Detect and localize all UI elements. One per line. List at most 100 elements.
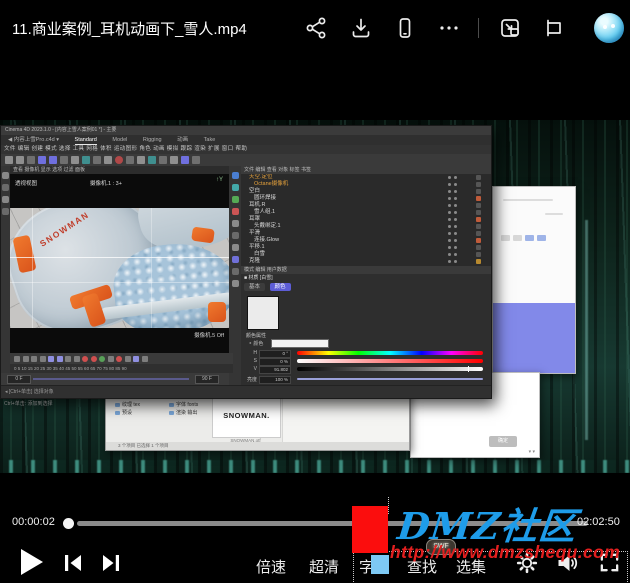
- object-row[interactable]: 平移.1: [241, 244, 491, 251]
- brightness-value[interactable]: 100 %: [259, 376, 291, 384]
- range-end-field[interactable]: 90 F: [195, 375, 219, 384]
- tool-icon[interactable]: [82, 156, 90, 164]
- tree-item[interactable]: 渲染 输出: [168, 409, 218, 417]
- tool-icon[interactable]: [104, 156, 112, 164]
- seek-bar[interactable]: [77, 521, 588, 526]
- tool-icon[interactable]: [60, 156, 68, 164]
- tiny-button[interactable]: [513, 235, 522, 241]
- play-button[interactable]: [17, 547, 45, 577]
- seek-handle[interactable]: [63, 518, 74, 529]
- tool-icon[interactable]: [71, 156, 79, 164]
- tree-item[interactable]: 纹理 tex: [114, 401, 164, 409]
- layout-tab[interactable]: Model: [112, 137, 127, 143]
- brightness-slider[interactable]: [297, 378, 483, 380]
- record-icon[interactable]: [116, 356, 122, 362]
- mode-icon[interactable]: [232, 220, 239, 227]
- mode-icon[interactable]: [232, 256, 239, 263]
- tool-icon[interactable]: [115, 156, 123, 164]
- object-row[interactable]: 连接.Glow: [241, 237, 491, 244]
- tree-item[interactable]: 字体 fonts: [168, 401, 218, 409]
- mode-icon[interactable]: [232, 208, 239, 215]
- color-value-input[interactable]: [271, 339, 329, 348]
- hue-value[interactable]: 0 °: [259, 350, 291, 358]
- transport-icon[interactable]: [48, 356, 54, 362]
- value-slider[interactable]: [297, 367, 483, 371]
- mode-icon[interactable]: [232, 244, 239, 251]
- c4d-viewport[interactable]: 查看 摄像机 显示 选项 过滤 面板 透视视图 摄像机.1 : 3+ ↑Y SN…: [10, 166, 229, 353]
- object-row[interactable]: 圆环焊接: [241, 195, 491, 202]
- share-icon[interactable]: [305, 16, 329, 40]
- tool-icon[interactable]: [93, 156, 101, 164]
- record-icon[interactable]: [91, 356, 97, 362]
- video-frame[interactable]: 确定 ▾ ▾ 场景 (材质) 纹理 tex 预设 案例 贴图 字体 fonts …: [0, 120, 630, 473]
- mode-icon[interactable]: [232, 232, 239, 239]
- object-row[interactable]: 空白: [241, 188, 491, 195]
- hue-slider[interactable]: [297, 351, 483, 355]
- tool-icon[interactable]: [181, 156, 189, 164]
- transport-icon[interactable]: [40, 356, 46, 362]
- settings-gear-icon[interactable]: [515, 551, 539, 575]
- tool-icon[interactable]: [5, 156, 13, 164]
- tab-basic[interactable]: 基本: [244, 283, 265, 291]
- tool-icon[interactable]: [192, 156, 200, 164]
- viewport-menubar[interactable]: 查看 摄像机 显示 选项 过滤 面板: [10, 166, 229, 174]
- mini-window-icon[interactable]: [498, 16, 522, 40]
- object-row[interactable]: 耳机.R: [241, 202, 491, 209]
- object-row[interactable]: 雪人组.1: [241, 209, 491, 216]
- color-swatch[interactable]: [247, 296, 279, 330]
- tool-icon[interactable]: [27, 156, 35, 164]
- attribute-menubar[interactable]: 模式 编辑 用户数据: [241, 266, 491, 274]
- tool-icon[interactable]: [148, 156, 156, 164]
- previous-button[interactable]: [61, 551, 85, 575]
- tool-icon[interactable]: [2, 196, 9, 203]
- c4d-menubar[interactable]: 文件 编辑 创建 模式 选择 工具 网格 体积 运动图形 角色 动画 模拟 跟踪…: [1, 145, 491, 154]
- download-icon[interactable]: [349, 16, 373, 40]
- layout-tab[interactable]: Standard: [75, 137, 97, 145]
- mode-icon[interactable]: [232, 184, 239, 191]
- object-row[interactable]: 天空.定位: [241, 174, 491, 181]
- cast-icon[interactable]: [542, 16, 566, 40]
- tool-icon[interactable]: [137, 156, 145, 164]
- sat-value[interactable]: 0 %: [259, 358, 291, 366]
- key-icon[interactable]: [99, 356, 105, 362]
- c4d-titlebar[interactable]: Cinema 4D 2023.1.0 - [内容上雪人案例01 *] - 主要: [1, 126, 491, 135]
- subtitle-button[interactable]: 字幕: [350, 556, 398, 577]
- tool-icon[interactable]: [159, 156, 167, 164]
- transport-icon[interactable]: [31, 356, 37, 362]
- fullscreen-icon[interactable]: [598, 551, 621, 574]
- mode-icon[interactable]: [232, 268, 239, 275]
- transport-icon[interactable]: [142, 356, 148, 362]
- sat-slider[interactable]: [297, 359, 483, 363]
- mode-icon[interactable]: [232, 280, 239, 287]
- tab-color[interactable]: 颜色: [270, 283, 291, 291]
- tool-icon[interactable]: [2, 208, 9, 215]
- transport-icon[interactable]: [23, 356, 29, 362]
- object-row[interactable]: 耳罩: [241, 216, 491, 223]
- transport-icon[interactable]: [57, 356, 63, 362]
- tool-icon[interactable]: [49, 156, 57, 164]
- tool-icon[interactable]: [2, 172, 9, 179]
- quality-button[interactable]: 超清: [300, 556, 348, 577]
- val-value[interactable]: 91.802: [259, 366, 291, 374]
- tool-icon[interactable]: [2, 184, 9, 191]
- transport-icon[interactable]: [125, 356, 131, 362]
- transport-icon[interactable]: [14, 356, 20, 362]
- object-row[interactable]: 克隆: [241, 258, 491, 265]
- transport-icon[interactable]: [108, 356, 114, 362]
- episodes-button[interactable]: 选集: [447, 556, 495, 577]
- project-dropdown[interactable]: ◀ 内容上雪Pro.c4d ▾: [8, 137, 59, 143]
- next-button[interactable]: [99, 551, 123, 575]
- tool-icon[interactable]: [170, 156, 178, 164]
- mode-icon[interactable]: [232, 196, 239, 203]
- transport-icon[interactable]: [74, 356, 80, 362]
- volume-icon[interactable]: [555, 551, 579, 575]
- tiny-button[interactable]: [501, 235, 510, 241]
- render-view[interactable]: SNOWMAN: [10, 208, 229, 328]
- object-manager-menubar[interactable]: 文件 编辑 查看 对象 标签 书签: [241, 166, 491, 174]
- tool-icon[interactable]: [38, 156, 46, 164]
- layout-tab[interactable]: 动画: [177, 137, 188, 143]
- layout-tab[interactable]: Take: [204, 137, 216, 143]
- more-icon[interactable]: [437, 16, 461, 40]
- object-row[interactable]: Octane摄像机: [241, 181, 491, 188]
- tiny-button[interactable]: [537, 235, 546, 241]
